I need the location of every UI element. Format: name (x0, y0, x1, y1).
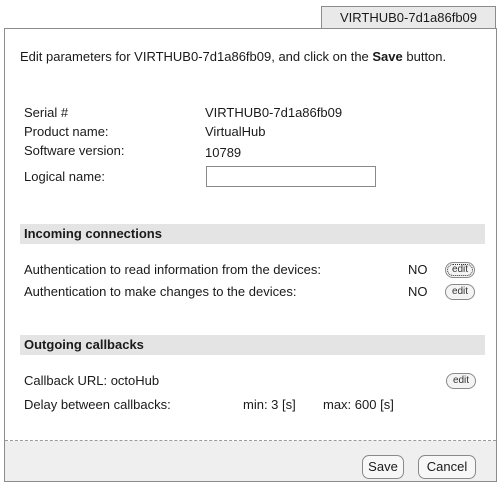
serial-label: Serial # (24, 105, 69, 120)
auth-write-value: NO (408, 284, 428, 299)
device-tab[interactable]: VIRTHUB0-7d1a86fb09 (321, 6, 496, 28)
product-name-label: Product name: (24, 124, 109, 139)
save-button[interactable]: Save (362, 455, 404, 479)
software-version-value: 10789 (205, 145, 242, 160)
software-version-label: Software version: (24, 143, 125, 158)
product-name-value: VirtualHub (205, 124, 266, 139)
auth-write-edit-button[interactable]: edit (445, 284, 475, 300)
intro-text: Edit parameters for VIRTHUB0-7d1a86fb09,… (20, 48, 490, 65)
edit-parameters-dialog (4, 28, 497, 482)
auth-read-edit-button[interactable]: edit (445, 262, 475, 278)
delay-min-value: min: 3 [s] (243, 397, 296, 412)
delay-max-value: max: 600 [s] (323, 397, 394, 412)
auth-read-value: NO (408, 262, 428, 277)
logical-name-input[interactable] (206, 166, 376, 187)
intro-text-after: button. (402, 49, 447, 64)
intro-text-before: Edit parameters for VIRTHUB0-7d1a86fb09,… (20, 49, 373, 64)
callback-edit-button[interactable]: edit (446, 373, 476, 389)
auth-read-label: Authentication to read information from … (24, 262, 321, 277)
intro-save-word: Save (372, 49, 403, 64)
delay-label: Delay between callbacks: (24, 397, 171, 412)
incoming-connections-heading: Incoming connections (20, 224, 485, 244)
footer-divider (5, 440, 496, 441)
outgoing-callbacks-heading: Outgoing callbacks (20, 335, 485, 355)
logical-name-label: Logical name: (24, 169, 105, 184)
cancel-button[interactable]: Cancel (418, 455, 476, 479)
auth-write-label: Authentication to make changes to the de… (24, 284, 297, 299)
callback-url-label: Callback URL: octoHub (24, 373, 160, 388)
serial-value: VIRTHUB0-7d1a86fb09 (205, 105, 343, 120)
